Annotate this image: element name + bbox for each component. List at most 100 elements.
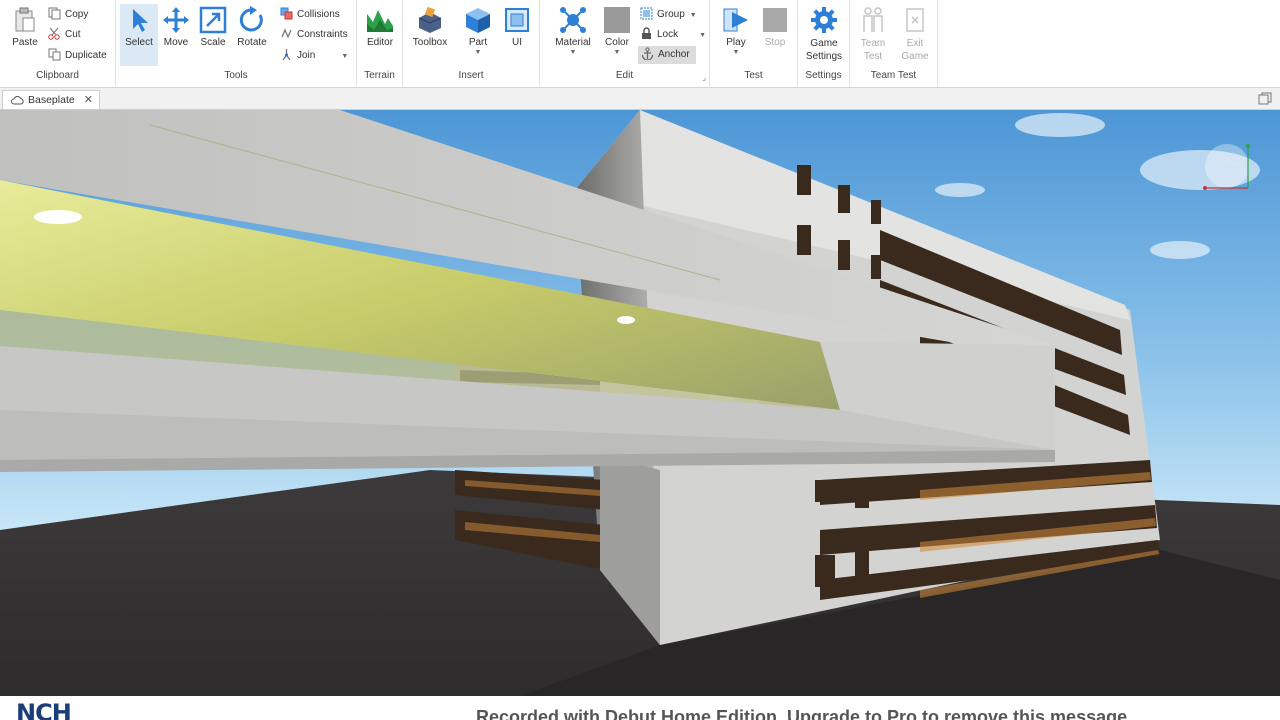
constraints-icon [281, 28, 292, 39]
tools-group: Select Move Scale Rotate Collisions Cons… [116, 0, 357, 86]
test-group-label: Test [744, 70, 763, 81]
join-label: Join [297, 50, 316, 61]
duplicate-label: Duplicate [65, 50, 107, 61]
team-test-group-label: Team Test [870, 70, 917, 81]
tab-baseplate[interactable]: Baseplate ✕ [2, 90, 100, 109]
color-dropdown-arrow-icon[interactable]: ▼ [596, 49, 638, 56]
edit-group: Material ▼ Color ▼ Group ▼ Lock ▼ Anchor E… [540, 0, 710, 86]
nch-logo: NCH [16, 699, 72, 720]
team-test-button[interactable]: Team Test [852, 4, 894, 70]
copy-label: Copy [65, 9, 89, 20]
team-test-group: Team Test Exit Game Team Test [850, 0, 938, 86]
terrain-editor-button[interactable]: Editor [359, 4, 401, 66]
move-arrows-icon [163, 7, 189, 33]
view-cube-face-label: Fron [1224, 158, 1243, 168]
lock-icon [642, 27, 651, 39]
material-label: Material [555, 37, 591, 48]
edit-dialog-launcher-icon[interactable]: ⌟ [702, 73, 706, 82]
stop-button[interactable]: Stop [757, 4, 793, 66]
collisions-icon [280, 7, 293, 20]
document-tab-bar: Baseplate ✕ [0, 88, 1280, 110]
3d-viewport[interactable]: Fron [0, 110, 1280, 696]
scissors-icon [48, 27, 60, 40]
material-button[interactable]: Material ▼ [550, 4, 596, 66]
move-tool-button[interactable]: Move [158, 4, 194, 66]
group-dropdown-arrow-icon: ▼ [689, 12, 697, 19]
terrain-editor-label: Editor [366, 37, 394, 48]
scale-tool-button[interactable]: Scale [194, 4, 232, 66]
cut-button[interactable]: Cut [48, 26, 81, 44]
paste-icon [15, 7, 35, 32]
paste-button[interactable]: Paste [4, 4, 46, 66]
toolbox-label: Toolbox [412, 37, 448, 48]
edit-group-label: Edit [615, 70, 634, 81]
toolbox-icon [418, 6, 442, 33]
color-swatch-icon [604, 7, 630, 33]
group-label: Group [657, 9, 685, 20]
move-label: Move [163, 37, 189, 48]
game-settings-label-line1: Game [810, 38, 838, 49]
duplicate-button[interactable]: Duplicate [48, 47, 107, 65]
recording-watermark-text: Recorded with Debut Home Edition. Upgrad… [476, 707, 1128, 720]
team-people-icon [863, 7, 883, 32]
stop-label: Stop [764, 37, 786, 48]
exit-game-button[interactable]: Exit Game [894, 4, 936, 70]
part-button[interactable]: Part ▼ [457, 4, 499, 66]
stop-icon [763, 8, 787, 32]
scene-render [0, 110, 1280, 696]
settings-group: Game Settings Settings [798, 0, 850, 86]
clipboard-group-label: Clipboard [36, 70, 79, 81]
team-test-label-line2: Test [863, 51, 883, 62]
play-button[interactable]: Play ▼ [715, 4, 757, 66]
toolbox-button[interactable]: Toolbox [409, 4, 451, 66]
gear-icon [811, 7, 837, 33]
cloud-icon [11, 96, 24, 105]
exit-game-label-line1: Exit [906, 38, 924, 49]
rotate-tool-button[interactable]: Rotate [232, 4, 272, 66]
ui-button[interactable]: UI [499, 4, 535, 66]
join-icon [282, 49, 291, 61]
game-settings-button[interactable]: Game Settings [802, 4, 846, 70]
terrain-mountain-icon [367, 10, 393, 32]
anchor-toggle[interactable]: Anchor [638, 46, 696, 64]
part-dropdown-arrow-icon[interactable]: ▼ [457, 49, 499, 56]
rotate-icon [239, 6, 263, 32]
select-label: Select [125, 37, 153, 48]
join-dropdown[interactable]: Join ▼ [280, 47, 348, 65]
constraints-toggle[interactable]: Constraints [280, 26, 348, 44]
lock-dropdown-arrow-icon: ▼ [699, 32, 707, 39]
anchor-icon [641, 47, 654, 60]
insert-group-label: Insert [458, 70, 484, 81]
select-tool-button[interactable]: Select [120, 4, 158, 66]
restore-window-icon[interactable] [1258, 92, 1272, 105]
constraints-label: Constraints [297, 29, 348, 40]
play-dropdown-arrow-icon[interactable]: ▼ [715, 49, 757, 56]
part-label: Part [468, 37, 488, 48]
collisions-label: Collisions [297, 9, 340, 20]
tab-close-icon[interactable]: ✕ [84, 91, 93, 109]
scale-icon [199, 6, 227, 34]
collisions-toggle[interactable]: Collisions [280, 6, 340, 24]
copy-button[interactable]: Copy [48, 6, 88, 24]
group-dropdown[interactable]: Group ▼ [640, 6, 697, 24]
insert-group: Toolbox Part ▼ UI Insert [403, 0, 540, 86]
group-icon [640, 7, 653, 20]
duplicate-icon [48, 48, 61, 61]
color-button[interactable]: Color ▼ [596, 4, 638, 66]
anchor-label: Anchor [658, 49, 690, 60]
copy-icon [48, 7, 61, 20]
material-icon [560, 7, 586, 33]
ribbon-toolbar: Paste Copy Cut Duplicate Clipboard Selec… [0, 0, 1280, 88]
lock-dropdown[interactable]: Lock ▼ [640, 26, 706, 44]
play-label: Play [726, 37, 746, 48]
part-cube-icon [466, 8, 490, 33]
test-group: Play ▼ Stop Test [710, 0, 798, 86]
cursor-arrow-icon [133, 9, 148, 32]
ui-label: UI [512, 37, 522, 48]
tools-group-label: Tools [224, 70, 248, 81]
material-dropdown-arrow-icon[interactable]: ▼ [550, 49, 596, 56]
recording-watermark-bar: NCH Recorded with Debut Home Edition. Up… [0, 696, 1280, 720]
lock-label: Lock [657, 29, 679, 40]
color-label: Color [605, 37, 629, 48]
play-icon [723, 8, 748, 32]
